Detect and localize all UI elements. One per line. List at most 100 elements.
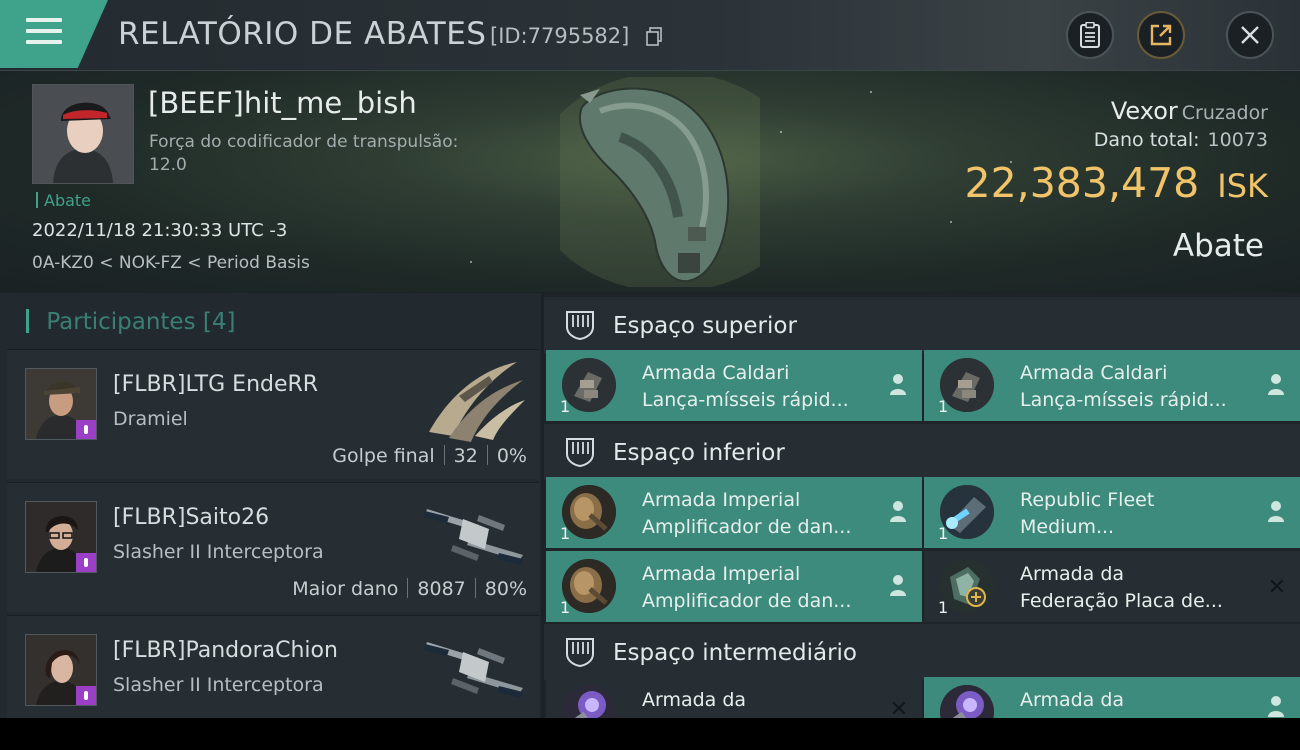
destroyed-icon: ✕: [1267, 575, 1286, 600]
participants-panel: Participantes [4] [FLBR]LTG EndeRR Drami…: [0, 293, 541, 718]
participant-ship[interactable]: Dramiel: [113, 408, 188, 430]
menu-button[interactable]: [0, 0, 108, 68]
slot-name-detail: Lança-mísseis rápid...: [642, 389, 849, 411]
kill-report-screen: RELATÓRIO DE ABATES [ID:7795582] [BEEF]h…: [0, 0, 1300, 718]
low-slot-icon: [566, 438, 594, 468]
top-damage-label: Maior dano: [292, 578, 399, 600]
slot-name: Armada da: [1020, 689, 1125, 711]
victim-ship-name: Vexor: [1110, 97, 1178, 125]
participants-count: [4]: [202, 309, 236, 335]
slot-qty: 1: [938, 598, 949, 617]
slasher-ship-icon: [423, 642, 523, 698]
fitting-slot[interactable]: 1 Armada Imperial Amplificador de dan...: [546, 477, 922, 548]
total-damage-label: Dano total:: [1093, 129, 1200, 151]
role-badge: [76, 420, 96, 439]
fitting-panel: Espaço superior 1 Armada Caldari Lança-m…: [544, 293, 1300, 718]
slot-name: Armada Caldari: [1020, 362, 1168, 384]
final-blow-label: Golpe final: [332, 445, 435, 467]
victim-ship[interactable]: Vexor Cruzador: [1111, 97, 1268, 125]
slot-name: Armada Imperial: [642, 563, 801, 585]
close-icon: [1241, 26, 1259, 44]
slasher-ship-icon: [423, 509, 523, 565]
slot-name: Republic Fleet: [1020, 489, 1155, 511]
victim-portrait[interactable]: [32, 84, 134, 184]
clipboard-button[interactable]: [1066, 11, 1114, 59]
participant-name[interactable]: [FLBR]PandoraChion: [113, 638, 338, 663]
pilot-icon: [1268, 374, 1284, 395]
role-badge: [76, 686, 96, 705]
slot-name: Armada da: [1020, 563, 1125, 585]
participant-stats: Golpe final 32 0%: [332, 445, 527, 467]
slot-name-detail: Amplificador de dan...: [642, 590, 852, 612]
participant-avatar[interactable]: [25, 634, 97, 706]
participants-label: Participantes: [46, 309, 196, 335]
copy-icon[interactable]: [646, 27, 662, 46]
fitting-slot[interactable]: Armada da: [924, 677, 1300, 718]
pilot-icon: [890, 501, 906, 522]
participant-damage: 8087: [417, 578, 466, 600]
fitting-slot[interactable]: 1 Armada da Federação Placa de... ✕: [924, 551, 1300, 622]
participant-ship[interactable]: Slasher II Interceptora: [113, 674, 324, 696]
fitting-slot[interactable]: 1 Republic Fleet Medium...: [924, 477, 1300, 548]
isk-unit: ISK: [1217, 167, 1268, 205]
mid-slot-icon: [566, 638, 594, 668]
destroyed-icon: ✕: [889, 697, 908, 718]
close-button[interactable]: [1226, 11, 1274, 59]
victim-ship-class: Cruzador: [1181, 102, 1268, 124]
slot-name-detail: Amplificador de dan...: [642, 516, 852, 538]
pilot-icon: [890, 575, 906, 596]
slot-name-detail: Medium...: [1020, 516, 1115, 538]
slot-name: Armada Imperial: [642, 489, 801, 511]
fitting-slot[interactable]: 1 Armada Caldari Lança-mísseis rápid...: [924, 350, 1300, 421]
mid-slots-header: Espaço intermediário: [544, 624, 1300, 680]
share-icon: [1150, 24, 1172, 46]
kill-tag: Abate: [36, 191, 91, 210]
participant-stats: Maior dano 8087 80%: [292, 578, 527, 600]
title-bar: RELATÓRIO DE ABATES [ID:7795582]: [0, 0, 1300, 71]
fitting-slot[interactable]: Armada da ✕: [546, 677, 922, 718]
vexor-ship-image: [560, 77, 760, 287]
share-button[interactable]: [1137, 11, 1185, 59]
high-slot-icon: [566, 311, 594, 341]
page-title: RELATÓRIO DE ABATES: [118, 16, 487, 52]
participants-title: Participantes [4]: [26, 309, 235, 335]
participant-card[interactable]: [FLBR]PandoraChion Slasher II Intercepto…: [7, 615, 539, 718]
purple-module-icon: [940, 685, 994, 718]
slot-qty: 1: [938, 397, 949, 416]
high-slots-title: Espaço superior: [613, 313, 797, 339]
total-damage-value: 10073: [1207, 129, 1268, 151]
kill-location[interactable]: 0A-KZ0 < NOK-FZ < Period Basis: [32, 253, 310, 273]
slot-qty: 1: [560, 524, 571, 543]
participant-card[interactable]: [FLBR]Saito26 Slasher II Interceptora Ma…: [7, 482, 539, 612]
warp-scrambler-value: 12.0: [149, 155, 187, 175]
participant-avatar[interactable]: [25, 368, 97, 440]
slot-name: Armada Caldari: [642, 362, 790, 384]
clipboard-icon: [1080, 22, 1100, 48]
participant-avatar[interactable]: [25, 501, 97, 573]
pilot-icon: [890, 374, 906, 395]
result-label: Abate: [1172, 228, 1264, 264]
slot-name-detail: Federação Placa de...: [1020, 590, 1223, 612]
slot-qty: 1: [560, 397, 571, 416]
purple-module-icon: [562, 685, 616, 718]
screen-bottom-edge: [0, 718, 1300, 750]
high-slots-header: Espaço superior: [544, 297, 1300, 353]
dramiel-ship-icon: [429, 362, 525, 442]
fitting-slot[interactable]: 1 Armada Caldari Lança-mísseis rápid...: [546, 350, 922, 421]
slot-qty: 1: [560, 598, 571, 617]
slot-qty: 1: [938, 524, 949, 543]
fitting-slot[interactable]: 1 Armada Imperial Amplificador de dan...: [546, 551, 922, 622]
victim-header: [BEEF]hit_me_bish Força do codificador d…: [0, 71, 1300, 292]
participant-ship[interactable]: Slasher II Interceptora: [113, 541, 324, 563]
role-badge: [76, 553, 96, 572]
participant-card[interactable]: [FLBR]LTG EndeRR Dramiel Golpe final 32 0%: [7, 349, 539, 479]
mid-slots-title: Espaço intermediário: [613, 640, 857, 666]
isk-value: 22,383,478 ISK: [965, 159, 1268, 207]
pilot-icon: [1268, 501, 1284, 522]
warp-scrambler-label: Força do codificador de transpulsão:: [149, 132, 459, 152]
participant-damage: 32: [453, 445, 478, 467]
participant-name[interactable]: [FLBR]Saito26: [113, 505, 269, 530]
victim-pilot-name[interactable]: [BEEF]hit_me_bish: [148, 86, 417, 120]
participant-name[interactable]: [FLBR]LTG EndeRR: [113, 372, 318, 397]
slot-name: Armada da: [642, 689, 747, 711]
